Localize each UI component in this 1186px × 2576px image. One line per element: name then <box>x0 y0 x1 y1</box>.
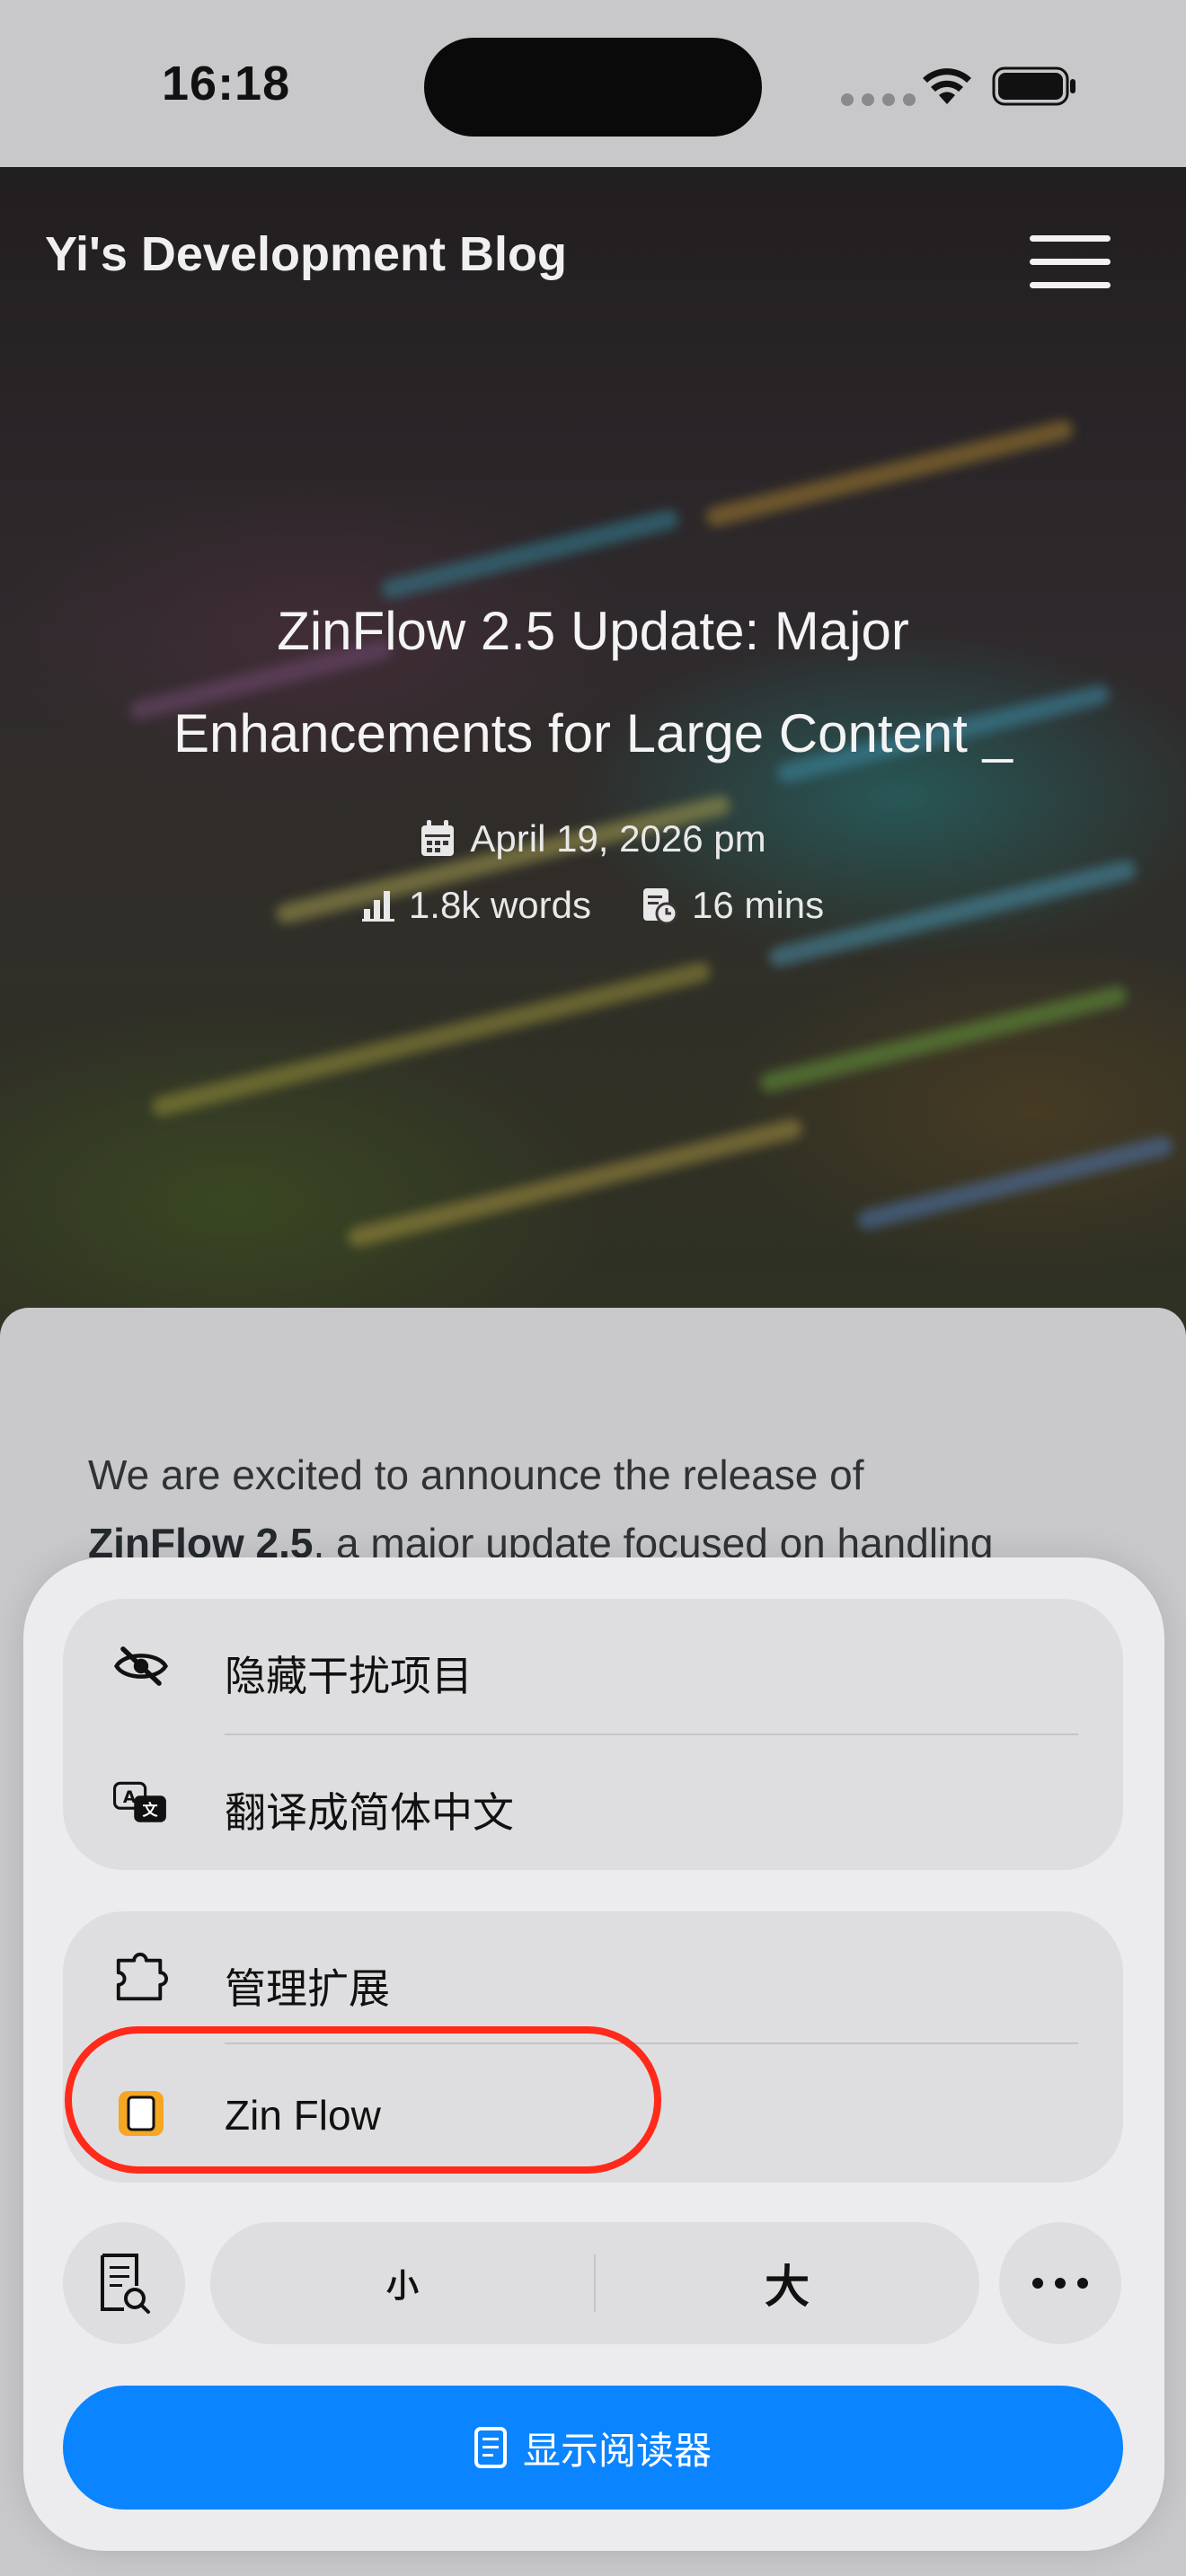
status-bar: 16:18 <box>0 0 1186 167</box>
translate-label: 翻译成简体中文 <box>225 1789 514 1836</box>
post-date: April 19, 2026 pm <box>470 817 766 860</box>
hide-distractions-label: 隐藏干扰项目 <box>225 1653 473 1699</box>
eye-slash-icon <box>113 1638 169 1694</box>
bar-chart-icon <box>361 891 394 922</box>
translate-icon: A 文 <box>113 1775 169 1831</box>
divider <box>225 2042 1078 2044</box>
text-size-control: 小 大 <box>210 2222 979 2344</box>
hero-header: Yi's Development Blog ZinFlow 2.5 Update… <box>0 167 1186 1353</box>
show-reader-label: 显示阅读器 <box>522 2429 712 2472</box>
text-smaller-button[interactable]: 小 <box>210 2222 595 2344</box>
site-title[interactable]: Yi's Development Blog <box>45 226 567 282</box>
hamburger-menu-icon[interactable] <box>1030 228 1111 295</box>
manage-extensions-item[interactable]: 管理扩展 <box>63 1911 1123 2046</box>
zinflow-icon <box>113 2086 169 2141</box>
page-actions-group: 隐藏干扰项目 A 文 翻译成简体中文 <box>63 1599 1123 1870</box>
show-reader-button[interactable]: 显示阅读器 <box>63 2386 1123 2510</box>
doc-search-icon <box>101 2254 150 2314</box>
zinflow-label: Zin Flow <box>225 2092 381 2139</box>
ellipsis-icon <box>1032 2278 1088 2289</box>
battery-icon <box>992 66 1075 106</box>
post-title-line-1: ZinFlow 2.5 Update: Major <box>277 601 909 661</box>
hide-distractions-item[interactable]: 隐藏干扰项目 <box>63 1599 1123 1734</box>
reader-doc-icon <box>474 2427 507 2468</box>
dynamic-island <box>424 38 762 137</box>
cellular-signal-icon <box>841 93 916 106</box>
wifi-icon <box>923 68 971 104</box>
svg-text:文: 文 <box>143 1801 159 1820</box>
translate-item[interactable]: A 文 翻译成简体中文 <box>63 1735 1123 1870</box>
status-time: 16:18 <box>162 57 291 110</box>
puzzle-icon <box>113 1951 169 2007</box>
post-date-row: April 19, 2026 pm <box>0 817 1186 860</box>
extensions-group: 管理扩展 Zin Flow <box>63 1911 1123 2183</box>
zinflow-extension-item[interactable]: Zin Flow <box>63 2046 1123 2181</box>
post-title: ZinFlow 2.5 Update: Major Enhancements f… <box>54 580 1132 785</box>
reader-search-button[interactable] <box>63 2222 185 2344</box>
calendar-icon <box>421 820 455 856</box>
more-options-button[interactable] <box>999 2222 1121 2344</box>
read-time-icon <box>643 888 678 924</box>
post-stats-row: 1.8k words 16 mins <box>0 884 1186 927</box>
post-read-time: 16 mins <box>692 884 825 926</box>
manage-extensions-label: 管理扩展 <box>225 1965 390 2012</box>
post-title-line-2: Enhancements for Large Content _ <box>173 703 1013 763</box>
page-menu-sheet: 隐藏干扰项目 A 文 翻译成简体中文 管理扩展 Zin Flow 小 大 显示阅… <box>23 1557 1164 2551</box>
text-larger-button[interactable]: 大 <box>595 2222 979 2344</box>
post-word-count: 1.8k words <box>408 884 592 926</box>
